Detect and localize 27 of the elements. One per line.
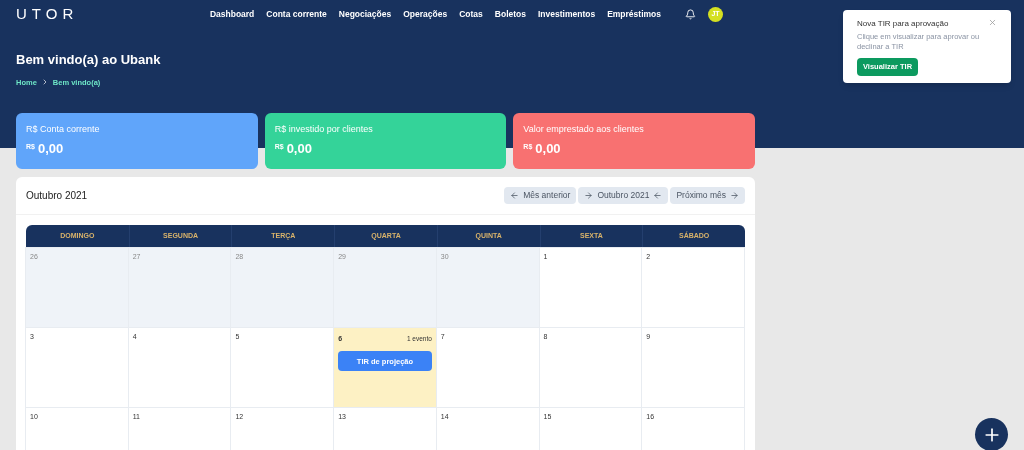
stat-label: R$ investido por clientes <box>274 122 374 136</box>
stat-value: 0,00 <box>286 142 312 156</box>
nav-link[interactable]: Operações <box>403 8 448 21</box>
toast-title: Nova TIR para aprovação <box>857 18 949 30</box>
month-nav-button[interactable]: Mês anterior <box>504 186 577 204</box>
page-title: Bem vindo(a) ao Ubank <box>16 51 161 69</box>
month-nav-button[interactable]: Próximo mês <box>670 186 745 204</box>
nav-link[interactable]: Empréstimos <box>607 8 661 21</box>
nav-link[interactable]: Dashboard <box>209 8 255 21</box>
stat-value: 0,00 <box>37 142 64 156</box>
arrow-right-icon <box>584 190 594 200</box>
month-nav-button[interactable]: Outubro 2021 <box>578 186 669 204</box>
nav-link[interactable]: Investimentos <box>538 8 596 21</box>
nav-link[interactable]: Cotas <box>459 8 483 21</box>
arrow-right-icon <box>730 190 739 200</box>
stat-label: R$ Conta corrente <box>26 122 101 136</box>
nav-link[interactable]: Negociações <box>338 8 392 21</box>
stat-label: Valor emprestado aos clientes <box>523 122 645 136</box>
stat-value: 0,00 <box>535 142 561 156</box>
arrow-left-icon <box>653 190 663 200</box>
logo: UTOR <box>16 4 79 25</box>
nav-link[interactable]: Boletos <box>494 8 526 21</box>
nav-link[interactable]: Conta corrente <box>266 8 327 21</box>
calendar-title: Outubro 2021 <box>26 188 88 203</box>
add-button[interactable] <box>975 418 1008 450</box>
notification-bell-icon[interactable] <box>685 9 696 20</box>
arrow-left-icon <box>510 190 520 200</box>
